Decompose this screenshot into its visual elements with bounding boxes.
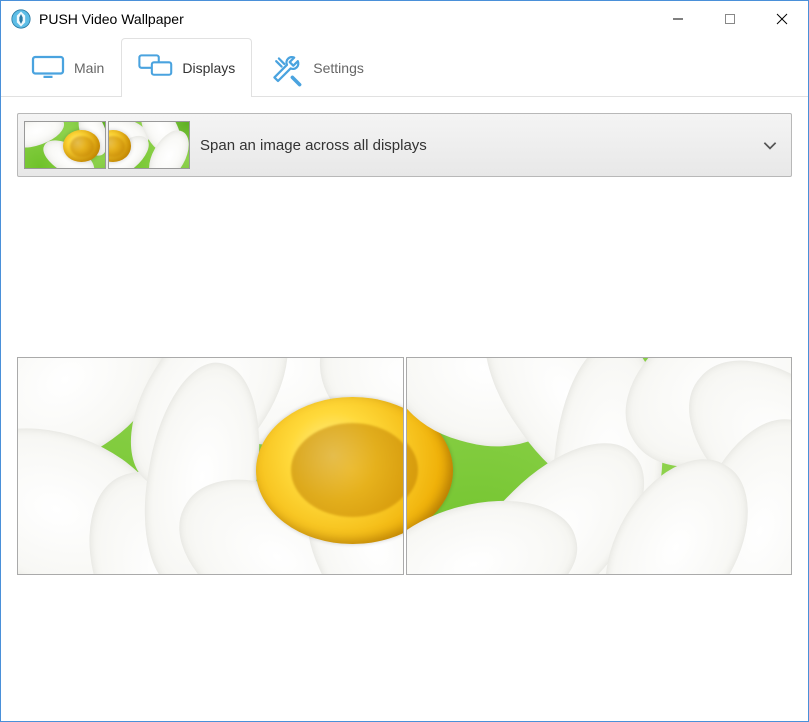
display-preview-2 xyxy=(406,357,793,575)
span-mode-thumbnails xyxy=(24,121,190,169)
tab-label: Displays xyxy=(182,60,235,76)
tab-main[interactable]: Main xyxy=(13,38,121,97)
displays-panel: Span an image across all displays xyxy=(1,97,808,591)
window-title: PUSH Video Wallpaper xyxy=(39,11,184,27)
tab-label: Settings xyxy=(313,60,364,76)
display-preview xyxy=(17,357,792,575)
span-mode-dropdown[interactable]: Span an image across all displays xyxy=(17,113,792,177)
tab-settings[interactable]: Settings xyxy=(252,38,381,97)
app-icon xyxy=(11,9,31,29)
display-preview-1 xyxy=(17,357,404,575)
window-controls xyxy=(652,1,808,37)
window-titlebar: PUSH Video Wallpaper xyxy=(1,1,808,37)
monitors-icon xyxy=(138,54,174,82)
tab-displays[interactable]: Displays xyxy=(121,38,252,97)
tab-label: Main xyxy=(74,60,104,76)
tools-icon xyxy=(269,54,305,82)
tab-bar: Main Displays Settings xyxy=(1,37,808,97)
chevron-down-icon xyxy=(761,136,779,154)
span-mode-label: Span an image across all displays xyxy=(200,137,751,154)
close-button[interactable] xyxy=(756,1,808,37)
thumbnail-left xyxy=(24,121,106,169)
maximize-button[interactable] xyxy=(704,1,756,37)
thumbnail-right xyxy=(108,121,190,169)
minimize-button[interactable] xyxy=(652,1,704,37)
monitor-icon xyxy=(30,54,66,82)
